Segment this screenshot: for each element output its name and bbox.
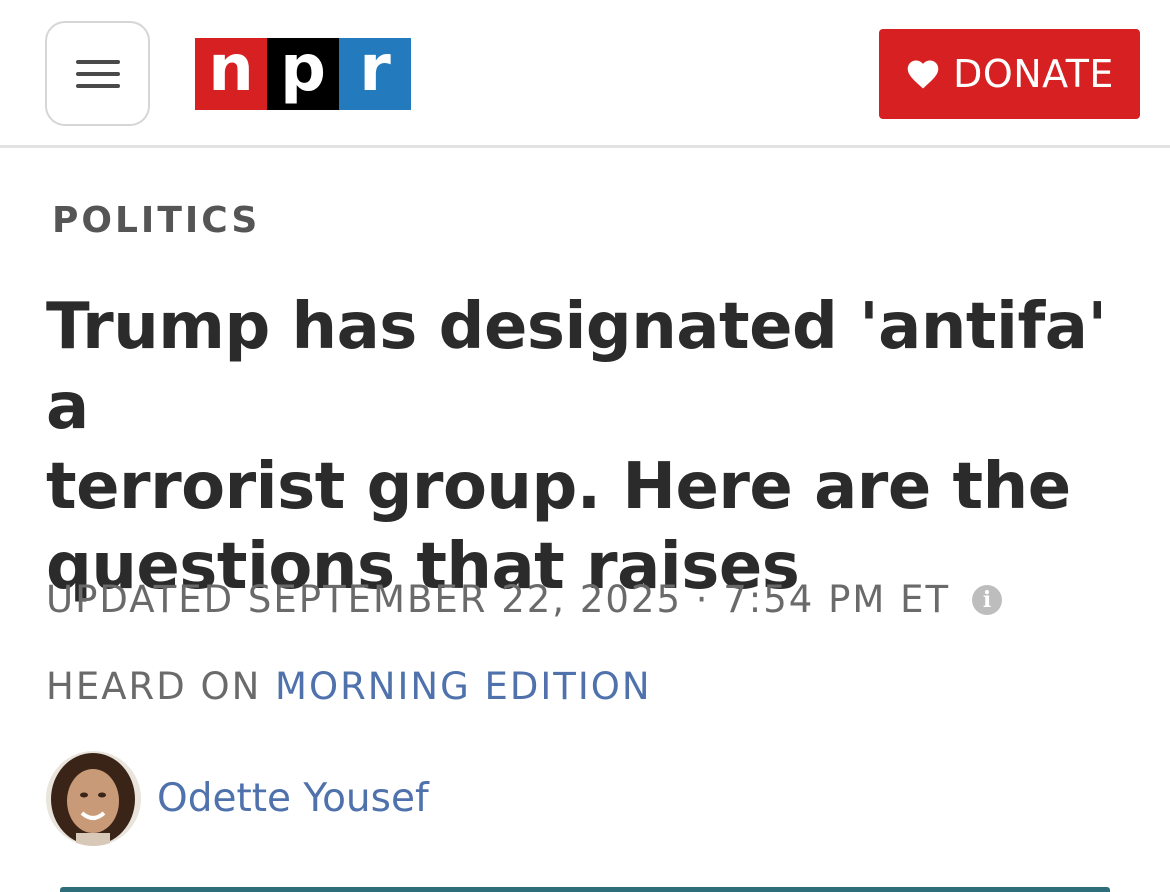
author-photo <box>46 751 141 846</box>
npr-logo[interactable]: n p r <box>195 37 411 110</box>
site-header: n p r DONATE <box>0 0 1170 148</box>
info-icon[interactable]: i <box>972 584 1003 615</box>
updated-timestamp: UPDATED SEPTEMBER 22, 2025 · 7:54 PM ET … <box>46 578 1003 621</box>
headline-line: terrorist group. Here are the <box>46 450 1071 524</box>
logo-letter-p: p <box>267 37 339 110</box>
hamburger-menu-icon <box>75 59 120 64</box>
author-link[interactable]: Odette Yousef <box>157 776 429 821</box>
article-headline: Trump has designated 'antifa' a terroris… <box>46 287 1146 607</box>
updated-text: UPDATED SEPTEMBER 22, 2025 · 7:54 PM ET <box>46 578 951 621</box>
program-link[interactable]: MORNING EDITION <box>275 665 652 708</box>
heart-icon <box>907 60 939 89</box>
heard-on-prefix: HEARD ON <box>46 665 262 708</box>
author-avatar[interactable] <box>46 751 141 846</box>
headline-line: Trump has designated 'antifa' a <box>46 290 1107 444</box>
content-divider <box>60 887 1110 892</box>
byline: Odette Yousef <box>46 751 429 846</box>
logo-letter-n: n <box>195 37 267 110</box>
section-label[interactable]: POLITICS <box>52 200 260 241</box>
donate-label: DONATE <box>953 52 1114 96</box>
donate-button[interactable]: DONATE <box>879 29 1140 119</box>
menu-button[interactable] <box>45 21 150 126</box>
heard-on: HEARD ON MORNING EDITION <box>46 665 652 708</box>
logo-letter-r: r <box>339 37 411 110</box>
